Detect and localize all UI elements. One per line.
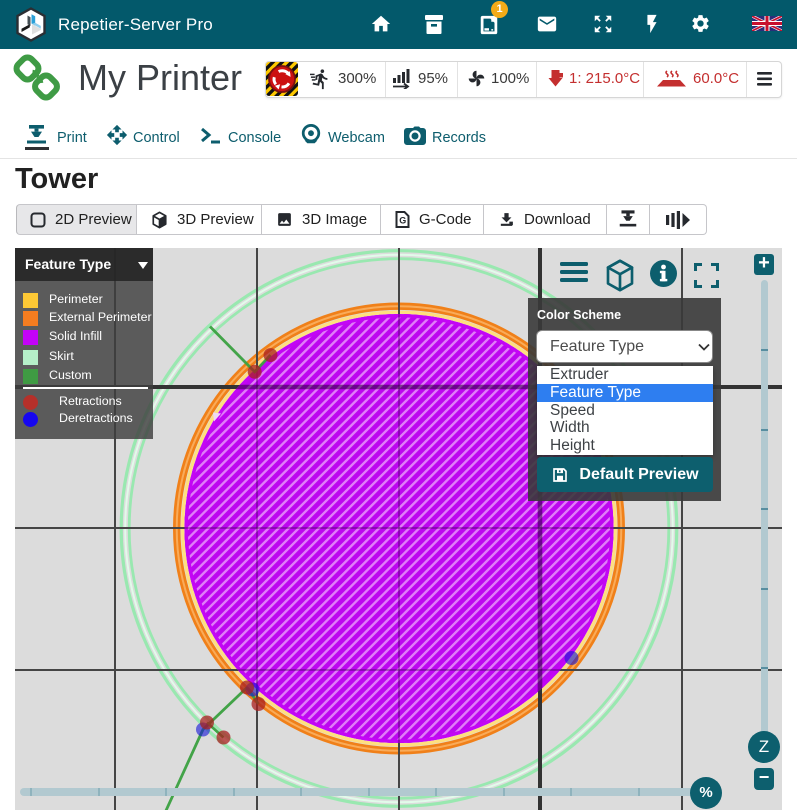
svg-text:G: G [399, 216, 406, 226]
